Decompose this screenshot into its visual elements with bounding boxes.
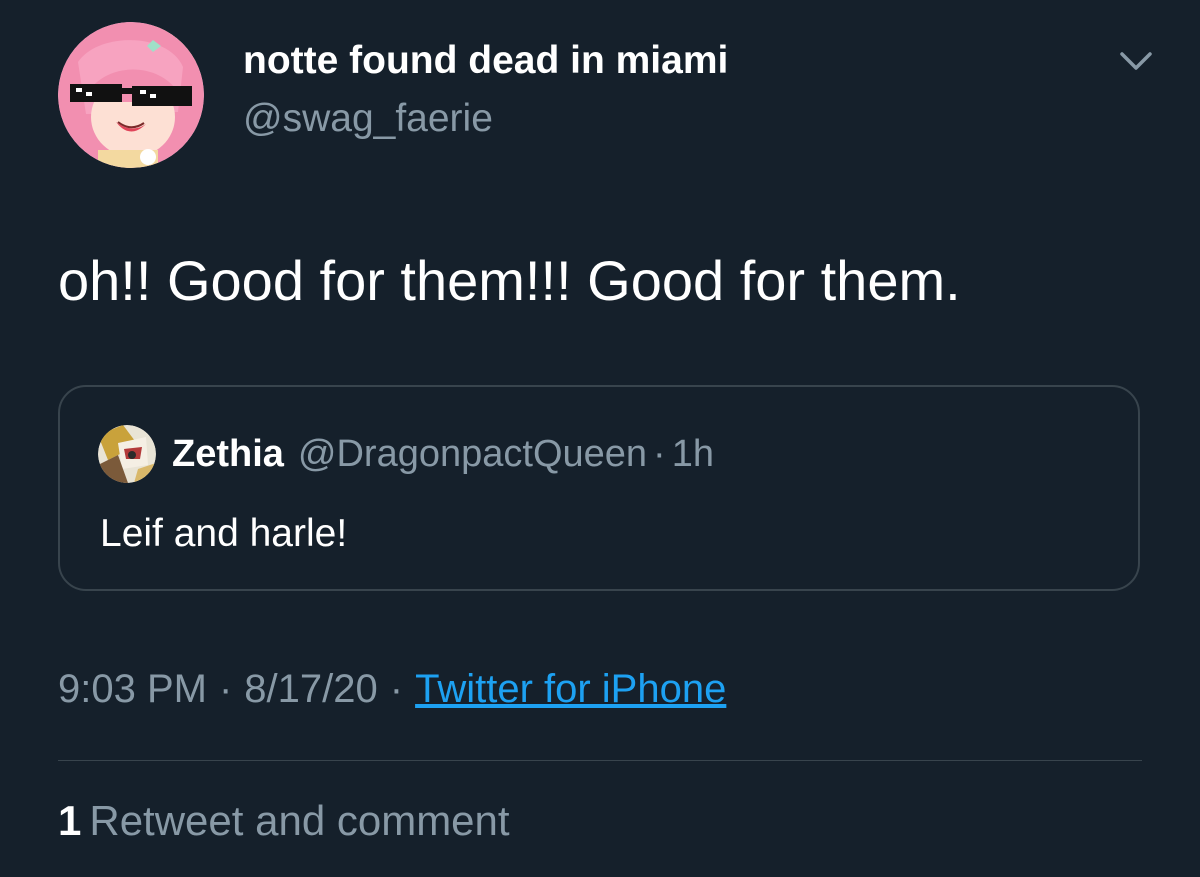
user-handle[interactable]: @swag_faerie — [243, 96, 728, 142]
quoted-tweet-text: Leif and harle! — [100, 512, 348, 555]
quoted-user-avatar — [98, 425, 156, 483]
tweet-header: notte found dead in miami @swag_faerie — [58, 22, 1158, 172]
meta-separator: · — [218, 667, 233, 711]
tweet-meta: 9:03 PM · 8/17/20 · Twitter for iPhone — [58, 667, 726, 712]
retweet-comment-count: 1 — [58, 797, 82, 844]
tweet-text: oh!! Good for them!!! Good for them. — [58, 249, 961, 312]
user-names: notte found dead in miami @swag_faerie — [243, 38, 728, 142]
quoted-avatar-image — [98, 425, 156, 483]
divider — [58, 760, 1142, 761]
retweet-comment-label: Retweet and comment — [89, 797, 510, 844]
tweet-page: notte found dead in miami @swag_faerie o… — [0, 0, 1200, 877]
quoted-tweet-header: Zethia @DragonpactQueen · 1h — [98, 425, 714, 483]
quoted-separator: · — [653, 432, 666, 475]
quoted-timestamp: 1h — [671, 432, 714, 475]
quoted-tweet[interactable]: Zethia @DragonpactQueen · 1h Leif and ha… — [58, 385, 1140, 591]
tweet-stats[interactable]: 1 Retweet and comment — [58, 797, 510, 845]
user-avatar[interactable] — [58, 22, 204, 168]
display-name[interactable]: notte found dead in miami — [243, 38, 728, 84]
tweet-time: 9:03 PM — [58, 667, 207, 711]
meta-separator-2: · — [389, 667, 404, 711]
tweet-date: 8/17/20 — [244, 667, 378, 711]
avatar-image — [58, 22, 204, 168]
quoted-display-name: Zethia — [172, 432, 284, 475]
quoted-user-handle: @DragonpactQueen — [297, 432, 648, 475]
chevron-down-icon[interactable] — [1114, 42, 1158, 82]
tweet-source-link[interactable]: Twitter for iPhone — [415, 667, 726, 711]
